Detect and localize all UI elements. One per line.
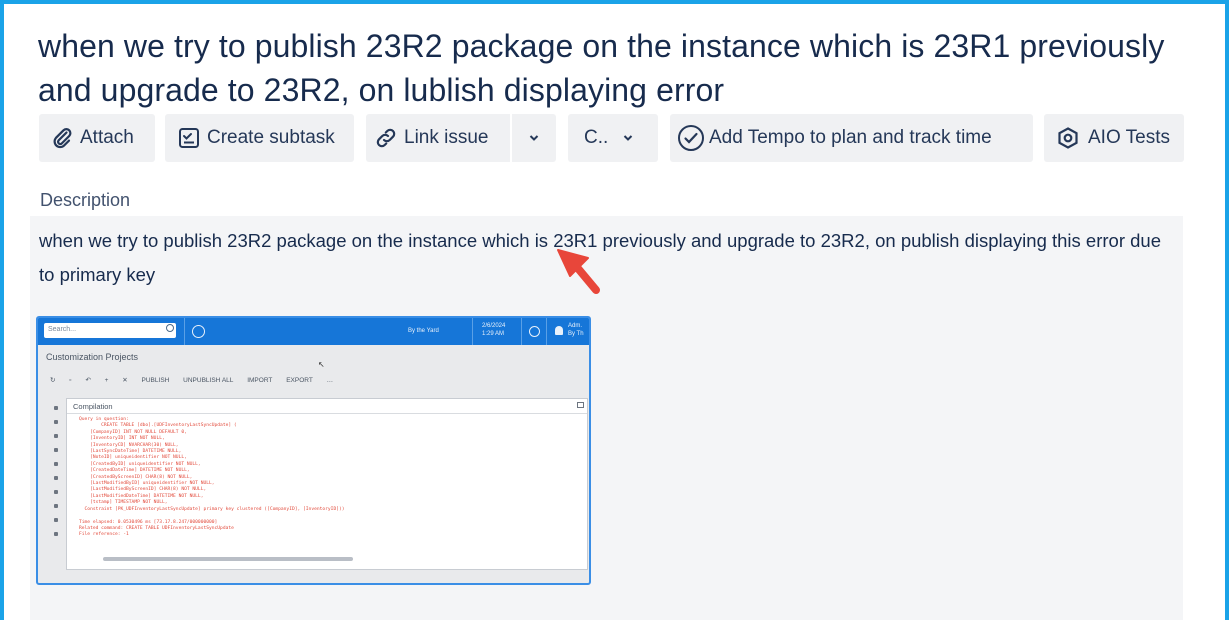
attach-label: Attach (80, 127, 134, 148)
header-divider (184, 318, 185, 345)
error-log-text: Query in question: CREATE TABLE [dbo].[U… (79, 417, 345, 538)
horizontal-scrollbar (103, 557, 353, 561)
chevron-down-icon (528, 132, 540, 144)
header-divider (472, 318, 473, 345)
link-issue-dropdown-button[interactable] (512, 114, 556, 162)
header-divider (521, 318, 522, 345)
embedded-screenshot[interactable]: Search... By the Yard 2/6/2024 1:29 AM A… (36, 316, 591, 585)
mouse-cursor-icon: ↖ (318, 360, 325, 369)
help-icon (529, 326, 540, 337)
search-input: Search... (44, 323, 176, 338)
issue-title: when we try to publish 23R2 package on t… (38, 28, 1165, 108)
header-time: 1:29 AM (482, 331, 505, 337)
user-icon (555, 326, 563, 335)
header-divider (546, 318, 547, 345)
attach-button[interactable]: Attach (39, 114, 155, 162)
refresh-icon: ↻ (50, 377, 56, 384)
aio-tests-label: AIO Tests (1088, 127, 1171, 148)
description-heading: Description (40, 190, 131, 210)
menu-unpublish-all: UNPUBLISH ALL (183, 377, 234, 384)
menu-export: EXPORT (286, 377, 313, 384)
row-selector-column (42, 396, 66, 576)
user-name-line2: By Th (568, 331, 584, 337)
description-text: when we try to publish 23R2 package on t… (39, 230, 1161, 285)
dialog-title: Compilation (73, 402, 113, 411)
header-date: 2/6/2024 (482, 323, 506, 329)
menu-more: … (326, 377, 334, 384)
more-actions-label: C.. (584, 127, 609, 148)
add-tempo-label: Add Tempo to plan and track time (709, 127, 992, 148)
hexagon-icon (1056, 126, 1080, 150)
aio-tests-button[interactable]: AIO Tests (1044, 114, 1184, 162)
link-issue-label: Link issue (404, 127, 489, 148)
menu-publish: PUBLISH (141, 377, 170, 384)
screen-title: Customization Projects (46, 352, 139, 362)
chevron-down-icon (622, 132, 634, 144)
more-actions-button[interactable]: C.. (568, 114, 658, 162)
search-icon (166, 324, 174, 332)
undo-icon: ↶ (85, 377, 91, 384)
menu-import: IMPORT (247, 377, 273, 384)
history-icon (192, 325, 205, 338)
screen-toolbar: ↻ ▫ ↶ + ✕ PUBLISH UNPUBLISH ALL IMPORT E… (50, 376, 345, 384)
compilation-dialog: Compilation Query in question: CREATE TA… (66, 398, 588, 570)
user-name-line1: Adm. (568, 323, 583, 329)
maximize-icon (577, 402, 584, 408)
check-circle-icon (677, 124, 705, 152)
divider (67, 413, 587, 414)
red-arrow-icon (552, 246, 606, 303)
add-tempo-button[interactable]: Add Tempo to plan and track time (670, 114, 1033, 162)
create-subtask-label: Create subtask (207, 127, 335, 148)
add-icon: + (104, 377, 109, 384)
create-subtask-button[interactable]: Create subtask (165, 114, 354, 162)
link-issue-button[interactable]: Link issue (366, 114, 510, 162)
subtask-icon (177, 126, 201, 150)
branch-selector: By the Yard (408, 328, 439, 334)
save-icon: ▫ (69, 377, 72, 384)
delete-icon: ✕ (122, 377, 128, 384)
link-icon (374, 126, 398, 150)
paperclip-icon (50, 126, 74, 150)
